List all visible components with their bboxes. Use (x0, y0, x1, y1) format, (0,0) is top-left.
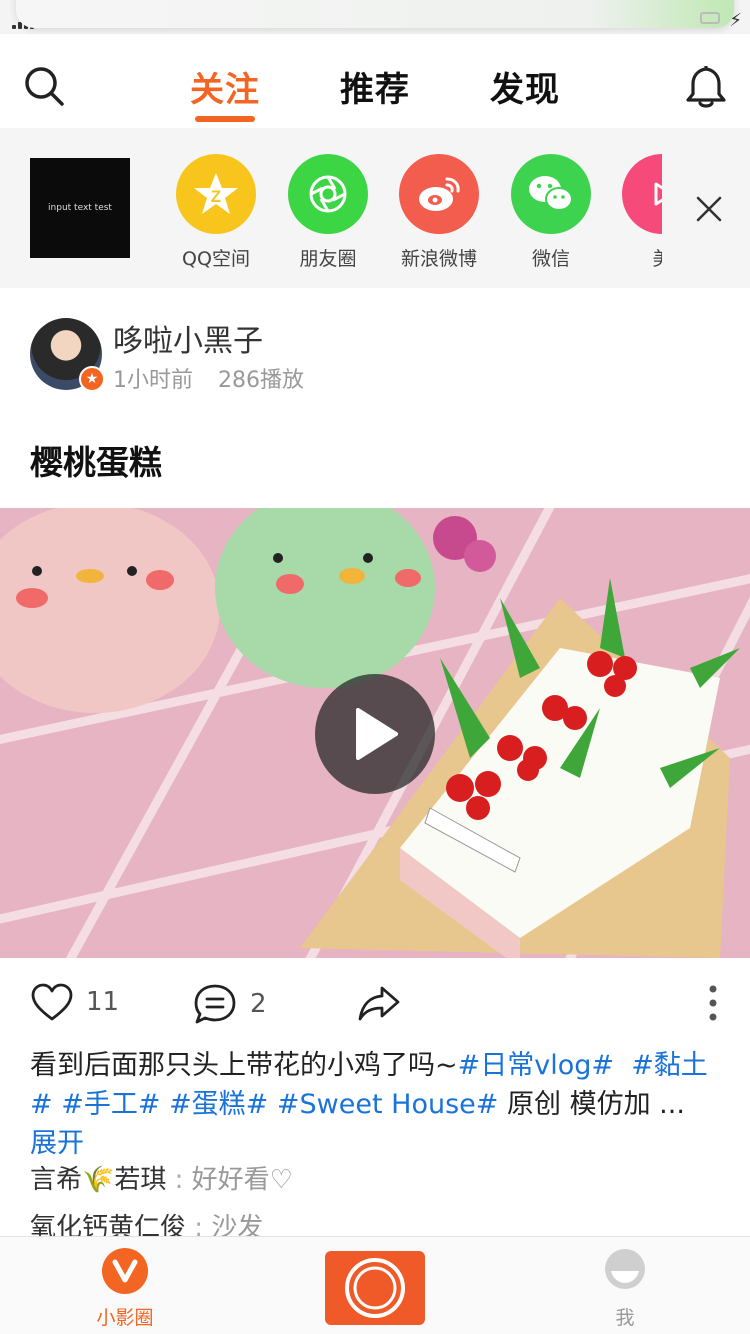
tab-label: 我 (615, 1307, 635, 1329)
like-button[interactable]: 11 (30, 982, 119, 1022)
charging-icon: ⚡ (729, 10, 742, 31)
record-icon (345, 1258, 405, 1318)
active-tab-indicator (195, 116, 255, 122)
author-name[interactable]: 哆啦小黑子 (113, 316, 263, 360)
comment-item[interactable]: 言希🌾若琪 : 好好看♡ (30, 1156, 720, 1204)
share-weibo[interactable]: 新浪微博 (389, 154, 489, 271)
tab-xiaoyingquan[interactable]: 小影圈 (65, 1247, 185, 1330)
share-qzone[interactable]: Z QQ空间 (166, 154, 266, 271)
top-nav: 关注 推荐 发现 (0, 40, 750, 128)
caption-tail: 原创 模仿加 ... (506, 1089, 685, 1120)
post-header: ★ 哆啦小黑子 1小时前 286播放 樱桃蛋糕 (0, 288, 750, 508)
qzone-icon: Z (176, 154, 256, 234)
thumbnail-text: input text test (48, 203, 112, 213)
post-actions: 11 2 (0, 958, 750, 1048)
video-player[interactable] (0, 508, 750, 958)
tab-discover[interactable]: 发现 (490, 62, 560, 111)
caption-text: 看到后面那只头上带花的小鸡了吗~ (30, 1050, 458, 1081)
bell-icon[interactable] (684, 62, 728, 110)
battery-icon (700, 12, 720, 24)
share-label: 朋友圈 (299, 248, 357, 270)
tag-link[interactable]: #蛋糕# (169, 1089, 268, 1120)
v-logo-icon (102, 1248, 148, 1294)
post-time: 1小时前 (113, 368, 193, 393)
tab-me[interactable]: 我 (565, 1247, 685, 1330)
weibo-icon (399, 154, 479, 234)
like-count: 11 (86, 987, 120, 1017)
post-title: 樱桃蛋糕 (30, 443, 162, 482)
profile-icon (605, 1249, 645, 1289)
share-icon (358, 986, 400, 1021)
comment-button[interactable]: 2 (192, 982, 267, 1026)
notification-banner[interactable] (16, 0, 734, 28)
tag-link[interactable]: #日常vlog# (458, 1050, 614, 1081)
share-label: QQ空间 (182, 248, 250, 270)
play-button[interactable] (315, 674, 435, 794)
moments-icon (288, 154, 368, 234)
wechat-icon (511, 154, 591, 234)
share-label: 微信 (531, 248, 570, 270)
comment-separator: : (166, 1165, 192, 1195)
post-caption: 看到后面那只头上带花的小鸡了吗~#日常vlog# #黏土# #手工# #蛋糕# … (30, 1046, 720, 1163)
share-strip: input text test Z QQ空间 朋友圈 新浪微博 微信 (0, 128, 750, 288)
tab-recommend[interactable]: 推荐 (340, 62, 410, 111)
close-icon[interactable] (694, 194, 724, 224)
comment-text: 好好看♡ (191, 1165, 293, 1195)
comment-user[interactable]: 言希🌾若琪 (30, 1165, 166, 1195)
video-thumbnail[interactable]: input text test (30, 158, 130, 258)
more-icon[interactable] (706, 984, 720, 1022)
heart-icon (31, 983, 73, 1021)
play-count: 286播放 (218, 368, 304, 393)
expand-link[interactable]: 展开 (30, 1128, 84, 1159)
comment-count: 2 (250, 989, 267, 1019)
status-bar: ⚡ (0, 0, 750, 34)
record-button[interactable] (325, 1251, 425, 1325)
star-badge-icon: ★ (79, 366, 105, 392)
bottom-tab-bar: 小影圈 我 (0, 1236, 750, 1334)
tag-link[interactable]: #Sweet House# (277, 1089, 498, 1120)
tag-link[interactable]: #手工# (61, 1089, 160, 1120)
play-icon (356, 708, 398, 760)
share-moments[interactable]: 朋友圈 (278, 154, 378, 271)
share-label: 新浪微博 (400, 248, 477, 270)
tab-label: 小影圈 (96, 1307, 154, 1329)
comment-icon (194, 984, 236, 1024)
svg-text:Z: Z (211, 187, 221, 206)
share-wechat[interactable]: 微信 (501, 154, 601, 271)
tab-following[interactable]: 关注 (190, 62, 260, 111)
share-button[interactable] (356, 982, 402, 1024)
